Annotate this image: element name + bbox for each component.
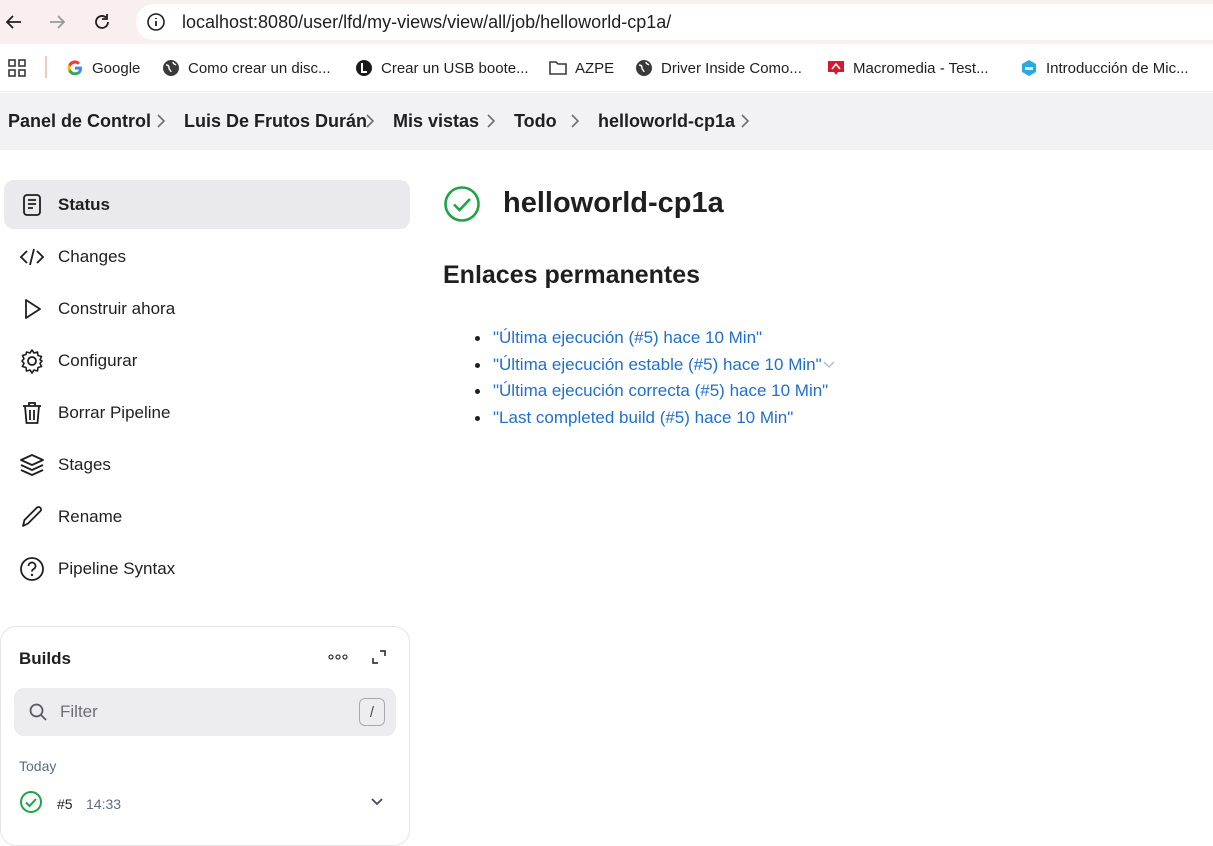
filter-shortcut-badge: / [359,698,385,726]
address-bar[interactable]: localhost:8080/user/lfd/my-views/view/al… [136,4,1213,40]
permalinks-list: "Última ejecución (#5) hace 10 Min" "Últ… [475,325,835,432]
play-icon [18,295,46,323]
sidebar-item-label: Pipeline Syntax [58,558,176,578]
sidebar-item-configure[interactable]: Configurar [4,336,410,385]
breadcrumb-item-all[interactable]: Todo [514,111,557,132]
bookmark-label: Introducción de Mic... [1046,59,1189,77]
arrow-right-icon [50,15,66,29]
bookmarks-bar: Google Como crear un disc... Crear un US… [0,44,1213,92]
sidebar-item-label: Borrar Pipeline [58,402,171,422]
bookmark-como-crear-disco[interactable]: Como crear un disc... [161,56,331,80]
site-icon [354,58,374,78]
bookmark-crear-usb[interactable]: Crear un USB boote... [354,56,529,80]
sidebar-item-label: Stages [58,454,111,474]
build-row[interactable]: #5 14:33 [15,787,395,819]
breadcrumb-item-panel[interactable]: Panel de Control [8,111,151,132]
success-check-icon [444,186,480,222]
sidebar-item-label: Configurar [58,350,138,370]
list-item: "Última ejecución correcta (#5) hace 10 … [475,378,835,405]
chevron-right-icon [157,114,166,128]
bookmark-driver-inside[interactable]: Driver Inside Como... [634,56,802,80]
macromedia-icon [826,58,846,78]
bookmark-label: Driver Inside Como... [661,59,802,77]
more-options-icon[interactable] [327,651,349,663]
layers-icon [18,451,46,479]
reload-icon [95,14,109,29]
bookmark-label: Como crear un disc... [188,59,331,77]
help-icon [18,555,46,583]
search-icon [29,703,47,721]
builds-panel: Builds / Today #5 14:33 [0,626,410,846]
bookmark-google[interactable]: Google [65,56,140,80]
globe-icon [161,58,181,78]
chevron-down-icon[interactable] [823,360,835,370]
builds-filter[interactable]: / [14,688,396,736]
globe-icon [634,58,654,78]
list-item: "Última ejecución estable (#5) hace 10 M… [475,352,835,379]
sidebar-item-rename[interactable]: Rename [4,492,410,541]
sidebar-item-build-now[interactable]: Construir ahora [4,284,410,333]
site-info-icon[interactable] [146,12,166,32]
sidebar-item-label: Changes [58,246,127,266]
apps-button[interactable] [7,56,27,80]
bookmark-macromedia[interactable]: Macromedia - Test... [826,56,989,80]
url-text[interactable]: localhost:8080/user/lfd/my-views/view/al… [182,12,671,33]
success-check-icon [20,791,42,813]
chevron-right-icon[interactable] [738,112,752,130]
sidebar-item-delete-pipeline[interactable]: Borrar Pipeline [4,388,410,437]
bookmark-label: Google [92,59,141,77]
google-icon [65,58,85,78]
build-number[interactable]: #5 [57,796,73,812]
sidebar-item-pipeline-syntax[interactable]: Pipeline Syntax [4,544,410,593]
code-icon [18,243,46,271]
permalinks-title: Enlaces permanentes [443,261,701,289]
reload-button[interactable] [88,8,116,36]
expand-icon[interactable] [369,647,389,667]
chevron-right-icon [366,114,375,128]
breadcrumb-item-job[interactable]: helloworld-cp1a [598,111,735,132]
builds-title: Builds [19,649,71,668]
chevron-down-icon[interactable] [369,794,385,810]
cube-icon [1019,58,1039,78]
bookmark-label: Macromedia - Test... [853,59,989,77]
sidebar-item-label: Rename [58,506,123,526]
permalink-last-build[interactable]: "Última ejecución (#5) hace 10 Min" [493,328,762,347]
folder-icon [548,58,568,78]
bookmark-label: AZPE [575,59,615,77]
forward-button[interactable] [43,8,71,36]
sidebar-item-stages[interactable]: Stages [4,440,410,489]
browser-toolbar: localhost:8080/user/lfd/my-views/view/al… [0,0,1213,44]
build-group-label: Today [19,758,57,774]
arrow-left-icon [5,15,21,29]
chevron-right-icon [487,114,496,128]
document-icon [18,191,46,219]
build-time: 14:33 [86,796,122,812]
gear-icon [18,347,46,375]
breadcrumb: Panel de Control Luis De Frutos Durán Mi… [0,93,1213,150]
apps-grid-icon [8,59,26,77]
back-button[interactable] [0,8,28,36]
bookmark-separator [45,56,47,78]
trash-icon [18,399,46,427]
list-item: "Last completed build (#5) hace 10 Min" [475,405,835,432]
bookmark-azpe[interactable]: AZPE [548,56,614,80]
sidebar-item-changes[interactable]: Changes [4,232,410,281]
bookmark-introduccion[interactable]: Introducción de Mic... [1019,56,1189,80]
sidebar-item-label: Status [58,194,110,214]
sidebar-item-status[interactable]: Status [4,180,410,229]
permalink-last-successful[interactable]: "Última ejecución correcta (#5) hace 10 … [493,381,828,400]
breadcrumb-item-user[interactable]: Luis De Frutos Durán [184,111,367,132]
sidebar-item-label: Construir ahora [58,298,176,318]
filter-input[interactable] [60,700,340,724]
list-item: "Última ejecución (#5) hace 10 Min" [475,325,835,352]
pencil-icon [18,503,46,531]
bookmark-label: Crear un USB boote... [381,59,529,77]
chevron-right-icon [571,114,580,128]
permalink-last-completed[interactable]: "Last completed build (#5) hace 10 Min" [493,408,793,427]
permalink-last-stable[interactable]: "Última ejecución estable (#5) hace 10 M… [493,355,822,374]
page-title: helloworld-cp1a [503,187,724,219]
breadcrumb-item-my-views[interactable]: Mis vistas [393,111,479,132]
